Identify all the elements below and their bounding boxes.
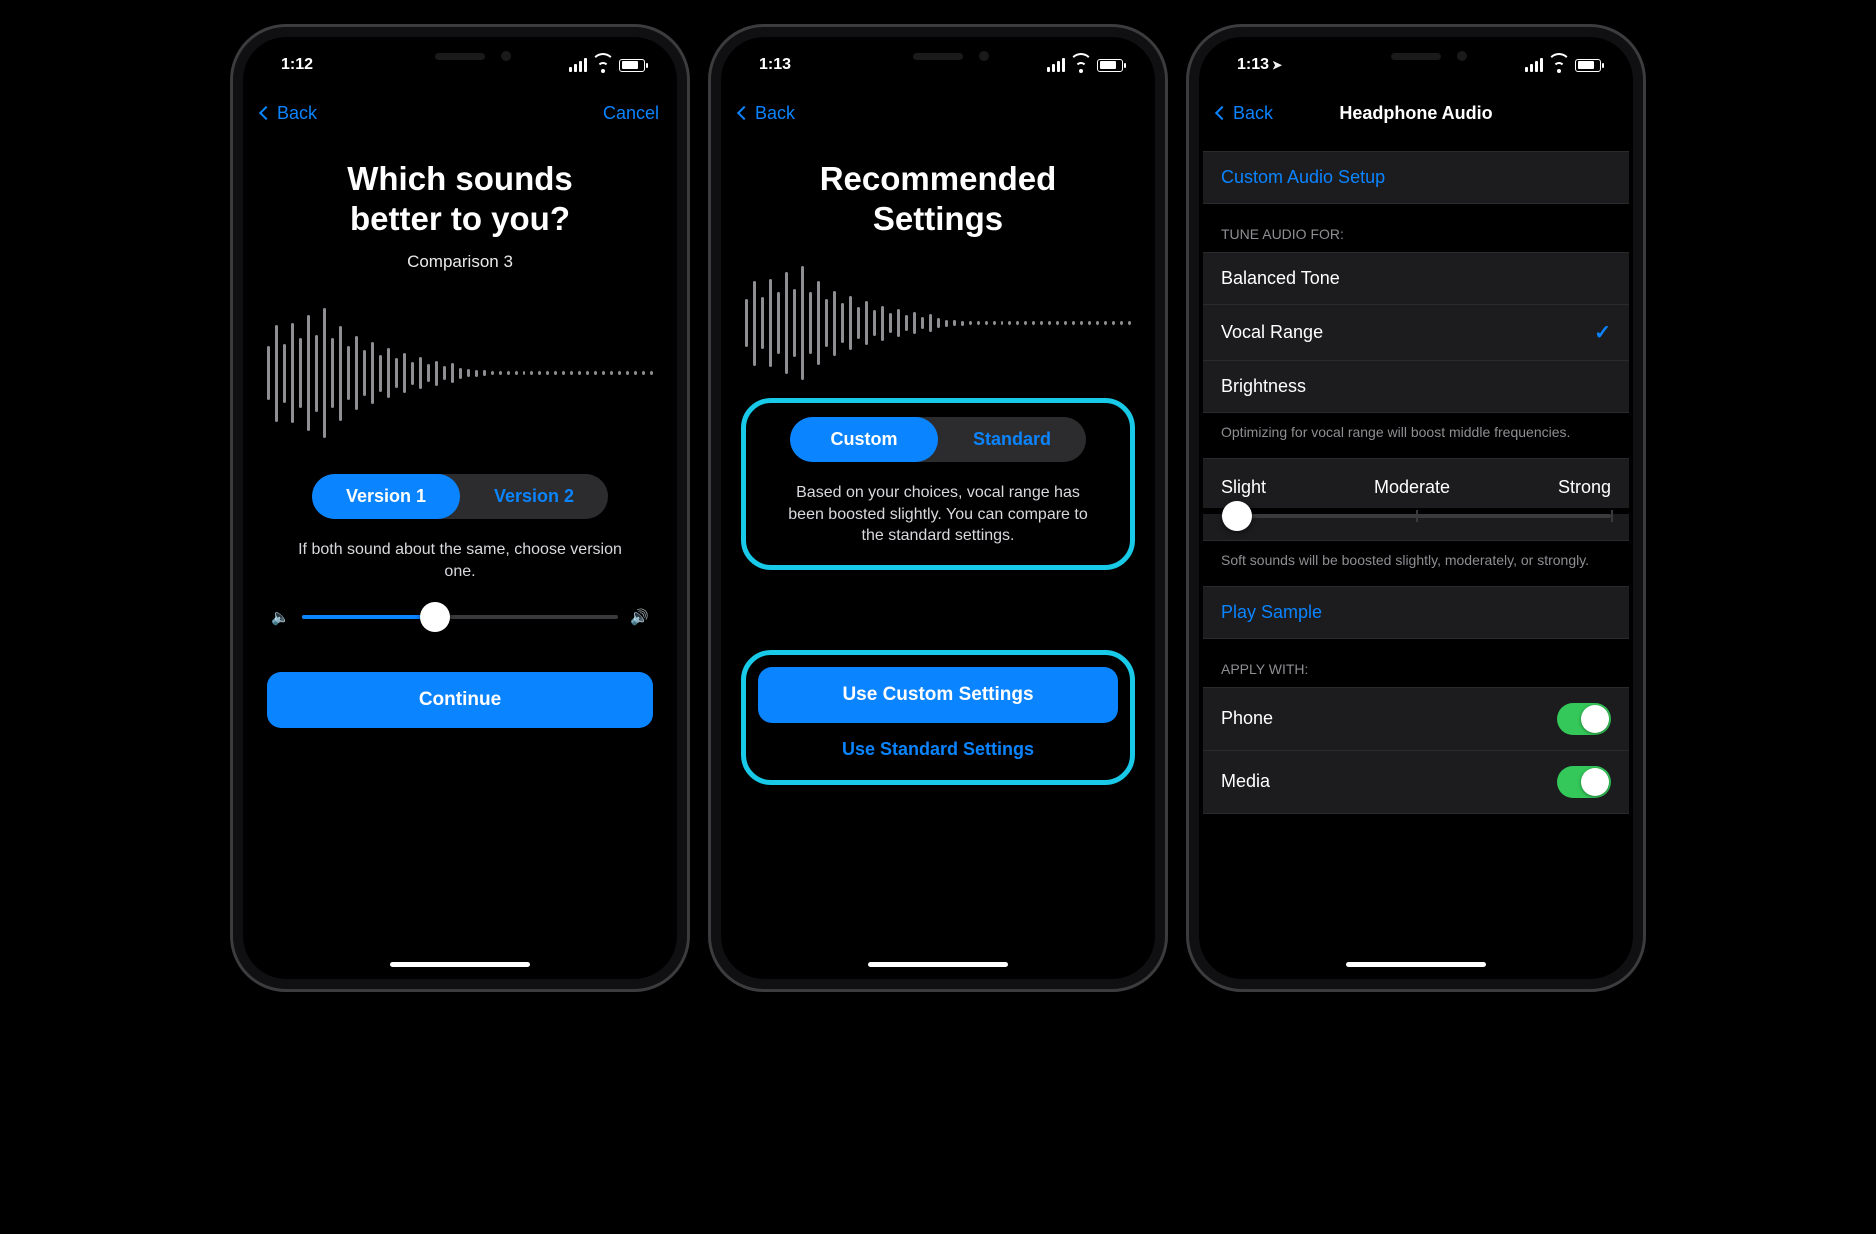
- status-time: 1:13: [1237, 56, 1269, 74]
- tune-option-label: Balanced Tone: [1221, 268, 1340, 289]
- wifi-icon: [1549, 58, 1569, 73]
- apply-media-toggle[interactable]: [1557, 766, 1611, 798]
- home-indicator[interactable]: [1346, 962, 1486, 967]
- volume-slider-row: 🔈 🔊: [263, 608, 657, 626]
- continue-button[interactable]: Continue: [267, 672, 653, 728]
- cellular-signal-icon: [1525, 58, 1543, 72]
- extent-slight: Slight: [1221, 477, 1266, 498]
- boost-extent-labels: Slight Moderate Strong: [1203, 458, 1629, 508]
- phone-frame-1: 1:12 Back Cancel Which sounds better to …: [230, 24, 690, 992]
- volume-low-icon: 🔈: [271, 608, 290, 626]
- tune-option-balanced[interactable]: Balanced Tone: [1203, 252, 1629, 305]
- wifi-icon: [593, 58, 613, 73]
- apply-media-cell[interactable]: Media: [1203, 751, 1629, 814]
- comparison-label: Comparison 3: [263, 252, 657, 272]
- back-button[interactable]: Back: [1217, 103, 1273, 124]
- phone-frame-3: 1:13 ➤ Back Headphone Audio Custom Audio…: [1186, 24, 1646, 992]
- cellular-signal-icon: [569, 58, 587, 72]
- version-segmented-control[interactable]: Version 1 Version 2: [312, 474, 608, 519]
- play-sample-cell[interactable]: Play Sample: [1203, 586, 1629, 639]
- use-standard-button[interactable]: Use Standard Settings: [756, 723, 1120, 776]
- boost-slider-thumb[interactable]: [1222, 501, 1252, 531]
- waveform-graphic: [741, 258, 1135, 388]
- highlight-settings-box: Custom Standard Based on your choices, v…: [741, 398, 1135, 570]
- notch: [1321, 41, 1511, 71]
- phone-frame-2: 1:13 Back Recommended Settings: [708, 24, 1168, 992]
- back-button[interactable]: Back: [739, 103, 795, 124]
- custom-standard-segmented-control[interactable]: Custom Standard: [790, 417, 1086, 462]
- notch: [365, 41, 555, 71]
- use-custom-button[interactable]: Use Custom Settings: [758, 667, 1118, 723]
- settings-scroll[interactable]: Custom Audio Setup TUNE AUDIO FOR: Balan…: [1203, 137, 1629, 975]
- battery-icon: [619, 59, 645, 72]
- extent-moderate: Moderate: [1374, 477, 1450, 498]
- play-sample-label: Play Sample: [1221, 602, 1322, 623]
- home-indicator[interactable]: [868, 962, 1008, 967]
- apply-header: APPLY WITH:: [1203, 639, 1629, 687]
- back-label: Back: [755, 103, 795, 124]
- tune-option-label: Vocal Range: [1221, 322, 1323, 343]
- chevron-left-icon: [1215, 106, 1229, 120]
- page-title: Recommended Settings: [741, 159, 1135, 238]
- back-button[interactable]: Back: [261, 103, 317, 124]
- segment-version-1[interactable]: Version 1: [312, 474, 460, 519]
- checkmark-icon: ✓: [1594, 320, 1611, 345]
- hint-text: If both sound about the same, choose ver…: [263, 539, 657, 582]
- segment-standard[interactable]: Standard: [938, 417, 1086, 462]
- tune-option-label: Brightness: [1221, 376, 1306, 397]
- back-label: Back: [277, 103, 317, 124]
- nav-bar: Back Headphone Audio: [1203, 89, 1629, 137]
- apply-phone-toggle[interactable]: [1557, 703, 1611, 735]
- tune-header: TUNE AUDIO FOR:: [1203, 204, 1629, 252]
- location-icon: ➤: [1272, 58, 1282, 72]
- custom-audio-setup-cell[interactable]: Custom Audio Setup: [1203, 151, 1629, 204]
- status-time: 1:13: [759, 56, 791, 74]
- battery-icon: [1097, 59, 1123, 72]
- wifi-icon: [1071, 58, 1091, 73]
- extent-strong: Strong: [1558, 477, 1611, 498]
- segment-version-2[interactable]: Version 2: [460, 474, 608, 519]
- waveform-graphic: [263, 298, 657, 448]
- back-label: Back: [1233, 103, 1273, 124]
- battery-icon: [1575, 59, 1601, 72]
- tune-option-vocal[interactable]: Vocal Range ✓: [1203, 305, 1629, 361]
- cancel-label: Cancel: [603, 103, 659, 124]
- apply-phone-label: Phone: [1221, 708, 1273, 729]
- hint-text: Based on your choices, vocal range has b…: [760, 482, 1116, 547]
- nav-bar: Back Cancel: [247, 89, 673, 137]
- page-title: Which sounds better to you?: [263, 159, 657, 238]
- extent-footer: Soft sounds will be boosted slightly, mo…: [1203, 541, 1629, 578]
- status-time: 1:12: [281, 56, 313, 74]
- apply-phone-cell[interactable]: Phone: [1203, 687, 1629, 751]
- cellular-signal-icon: [1047, 58, 1065, 72]
- segment-custom[interactable]: Custom: [790, 417, 938, 462]
- home-indicator[interactable]: [390, 962, 530, 967]
- boost-extent-slider[interactable]: [1203, 514, 1629, 541]
- custom-audio-setup-label: Custom Audio Setup: [1221, 167, 1385, 188]
- volume-slider-thumb[interactable]: [420, 602, 450, 632]
- cancel-button[interactable]: Cancel: [603, 103, 659, 124]
- notch: [843, 41, 1033, 71]
- chevron-left-icon: [737, 106, 751, 120]
- volume-slider-fill: [302, 615, 435, 619]
- chevron-left-icon: [259, 106, 273, 120]
- apply-media-label: Media: [1221, 771, 1270, 792]
- highlight-actions-box: Use Custom Settings Use Standard Setting…: [741, 650, 1135, 785]
- tune-footer: Optimizing for vocal range will boost mi…: [1203, 413, 1629, 450]
- volume-high-icon: 🔊: [630, 608, 649, 626]
- volume-slider[interactable]: [302, 615, 619, 619]
- nav-bar: Back: [725, 89, 1151, 137]
- tune-option-brightness[interactable]: Brightness: [1203, 361, 1629, 413]
